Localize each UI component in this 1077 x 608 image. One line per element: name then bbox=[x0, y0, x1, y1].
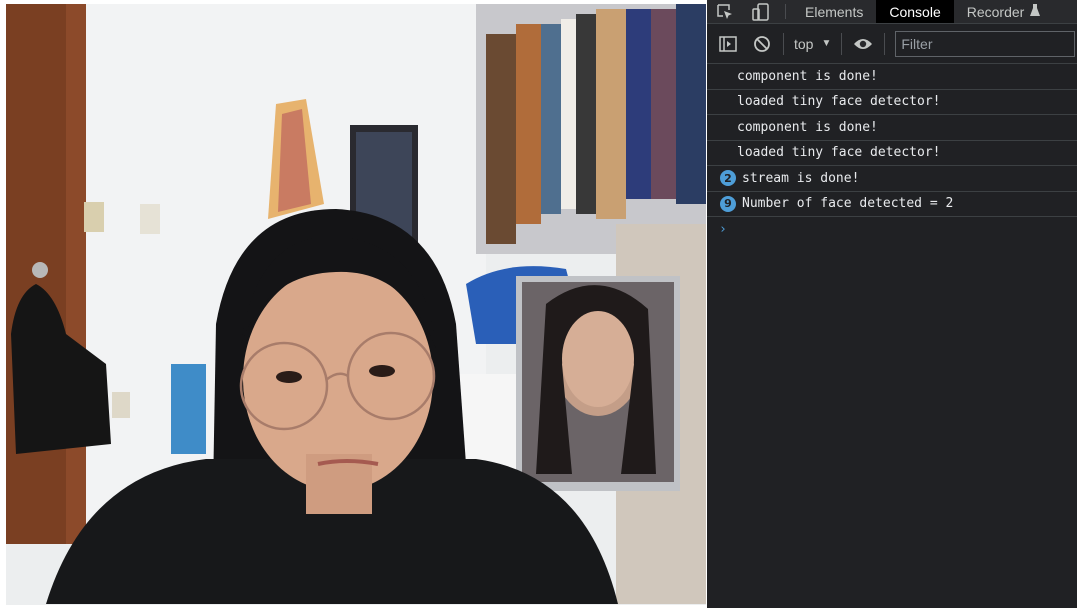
repeat-count-badge: 9 bbox=[720, 195, 736, 212]
tab-elements[interactable]: Elements bbox=[792, 0, 876, 23]
tab-recorder-label: Recorder bbox=[966, 3, 1025, 20]
flask-icon bbox=[1030, 3, 1041, 20]
log-message: loaded tiny face detector! bbox=[737, 94, 941, 110]
toolbar-separator bbox=[884, 32, 886, 55]
live-expression-eye-icon[interactable] bbox=[846, 30, 880, 58]
log-message: component is done! bbox=[737, 119, 878, 135]
tab-console[interactable]: Console bbox=[876, 0, 954, 23]
filter-input[interactable] bbox=[895, 30, 1076, 57]
console-log: component is done! loaded tiny face dete… bbox=[707, 64, 1077, 241]
repeat-count-badge: 2 bbox=[720, 170, 736, 187]
webcam-scene bbox=[6, 4, 706, 605]
console-toolbar: top ▼ bbox=[707, 24, 1077, 64]
log-row: component is done! bbox=[707, 115, 1077, 141]
context-selector-label: top bbox=[794, 35, 814, 52]
tab-separator bbox=[785, 4, 786, 19]
context-selector[interactable]: top ▼ bbox=[788, 30, 837, 58]
devtools-panel: Elements Console Recorder top ▼ Filter c… bbox=[707, 0, 1077, 608]
log-message: component is done! bbox=[737, 68, 878, 84]
toolbar-separator bbox=[783, 32, 784, 55]
tab-recorder[interactable]: Recorder bbox=[954, 0, 1054, 23]
log-row: loaded tiny face detector! bbox=[707, 90, 1077, 115]
toolbar-separator bbox=[841, 32, 843, 55]
log-message: loaded tiny face detector! bbox=[737, 145, 941, 161]
console-prompt[interactable]: › bbox=[707, 217, 1077, 241]
caret-down-icon: ▼ bbox=[821, 38, 832, 49]
log-row: 2 stream is done! bbox=[707, 166, 1077, 192]
log-row: 9 Number of face detected = 2 bbox=[707, 192, 1077, 217]
device-toolbar-icon[interactable] bbox=[743, 0, 779, 23]
tab-console-label: Console bbox=[889, 3, 941, 20]
log-row: component is done! bbox=[707, 64, 1077, 90]
log-row: loaded tiny face detector! bbox=[707, 141, 1077, 166]
webcam-video-feed bbox=[6, 4, 706, 605]
devtools-tab-bar: Elements Console Recorder bbox=[707, 0, 1077, 24]
tab-elements-label: Elements bbox=[805, 3, 864, 20]
prompt-chevron-icon: › bbox=[719, 221, 727, 237]
clear-console-icon[interactable] bbox=[745, 30, 779, 58]
inspect-element-icon[interactable] bbox=[707, 0, 743, 23]
show-sidebar-icon[interactable] bbox=[711, 30, 745, 58]
log-message: Number of face detected = 2 bbox=[742, 196, 954, 212]
log-message: stream is done! bbox=[742, 170, 860, 186]
